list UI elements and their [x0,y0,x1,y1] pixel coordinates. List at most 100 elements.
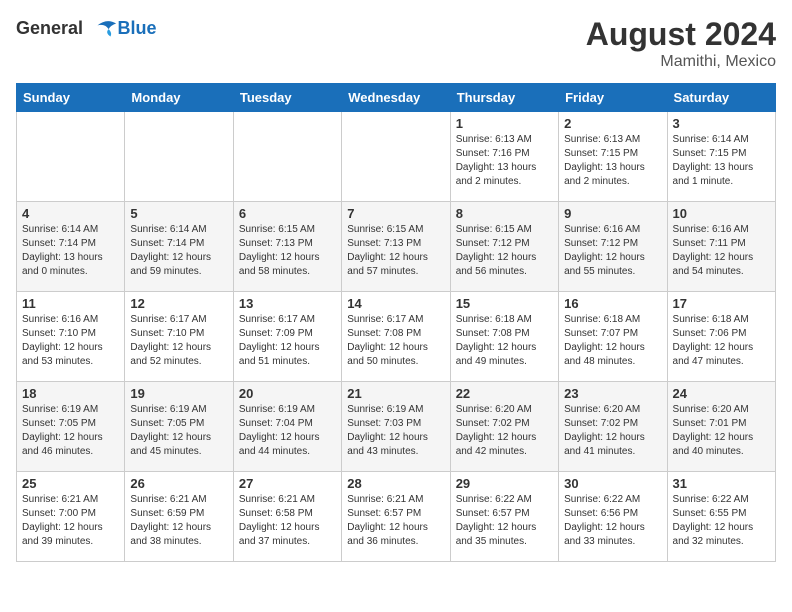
day-info: Sunrise: 6:13 AM Sunset: 7:15 PM Dayligh… [564,133,661,189]
day-number: 23 [564,386,661,401]
calendar-cell: 14 Sunrise: 6:17 AM Sunset: 7:08 PM Dayli… [342,292,450,382]
calendar-cell: 1 Sunrise: 6:13 AM Sunset: 7:16 PM Daylig… [450,112,558,202]
day-number: 26 [130,476,227,491]
calendar-cell: 26Sunrise: 6:21 AM Sunset: 6:59 PM Dayli… [125,472,233,562]
calendar-cell: 16 Sunrise: 6:18 AM Sunset: 7:07 PM Dayli… [559,292,667,382]
calendar-cell: 20 Sunrise: 6:19 AM Sunset: 7:04 PM Dayli… [233,382,341,472]
logo-general: General [16,18,83,38]
calendar-cell: 17 Sunrise: 6:18 AM Sunset: 7:06 PM Dayli… [667,292,775,382]
day-info: Sunrise: 6:16 AM Sunset: 7:11 PM Dayligh… [673,223,770,279]
calendar-table: SundayMondayTuesdayWednesdayThursdayFrid… [16,83,776,562]
day-info: Sunrise: 6:18 AM Sunset: 7:07 PM Dayligh… [564,313,661,369]
calendar-header-saturday: Saturday [667,84,775,112]
day-number: 22 [456,386,553,401]
calendar-cell: 8 Sunrise: 6:15 AM Sunset: 7:12 PM Daylig… [450,202,558,292]
calendar-cell [342,112,450,202]
calendar-cell: 27Sunrise: 6:21 AM Sunset: 6:58 PM Dayli… [233,472,341,562]
day-number: 28 [347,476,444,491]
calendar-cell: 31 Sunrise: 6:22 AM Sunset: 6:55 PM Dayli… [667,472,775,562]
calendar-cell [125,112,233,202]
day-info: Sunrise: 6:14 AM Sunset: 7:15 PM Dayligh… [673,133,770,189]
calendar-cell: 11 Sunrise: 6:16 AM Sunset: 7:10 PM Dayli… [17,292,125,382]
day-number: 29 [456,476,553,491]
calendar-week-5: 25 Sunrise: 6:21 AM Sunset: 7:00 PM Dayli… [17,472,776,562]
calendar-cell: 19 Sunrise: 6:19 AM Sunset: 7:05 PM Dayli… [125,382,233,472]
day-info: Sunrise: 6:21 AM Sunset: 7:00 PM Dayligh… [22,493,119,549]
day-number: 14 [347,296,444,311]
calendar-cell: 12 Sunrise: 6:17 AM Sunset: 7:10 PM Dayli… [125,292,233,382]
day-number: 25 [22,476,119,491]
day-number: 7 [347,206,444,221]
calendar-cell: 4 Sunrise: 6:14 AM Sunset: 7:14 PM Daylig… [17,202,125,292]
day-number: 5 [130,206,227,221]
day-info: Sunrise: 6:16 AM Sunset: 7:10 PM Dayligh… [22,313,119,369]
day-info: Sunrise: 6:19 AM Sunset: 7:05 PM Dayligh… [130,403,227,459]
day-info: Sunrise: 6:14 AM Sunset: 7:14 PM Dayligh… [22,223,119,279]
day-info: Sunrise: 6:20 AM Sunset: 7:02 PM Dayligh… [456,403,553,459]
day-number: 19 [130,386,227,401]
day-info: Sunrise: 6:15 AM Sunset: 7:13 PM Dayligh… [239,223,336,279]
day-number: 3 [673,116,770,131]
day-info: Sunrise: 6:15 AM Sunset: 7:13 PM Dayligh… [347,223,444,279]
day-info: Sunrise: 6:21 AM Sunset: 6:57 PM Dayligh… [347,493,444,549]
month-year-title: August 2024 [586,16,776,53]
day-number: 4 [22,206,119,221]
calendar-cell: 29 Sunrise: 6:22 AM Sunset: 6:57 PM Dayli… [450,472,558,562]
day-number: 20 [239,386,336,401]
day-info: Sunrise: 6:18 AM Sunset: 7:06 PM Dayligh… [673,313,770,369]
day-info: Sunrise: 6:21 AM Sunset: 6:58 PM Dayligh… [239,493,336,549]
calendar-header-friday: Friday [559,84,667,112]
calendar-cell: 3 Sunrise: 6:14 AM Sunset: 7:15 PM Daylig… [667,112,775,202]
calendar-header-monday: Monday [125,84,233,112]
calendar-cell: 21 Sunrise: 6:19 AM Sunset: 7:03 PM Dayli… [342,382,450,472]
day-number: 8 [456,206,553,221]
day-info: Sunrise: 6:19 AM Sunset: 7:03 PM Dayligh… [347,403,444,459]
calendar-cell: 6 Sunrise: 6:15 AM Sunset: 7:13 PM Daylig… [233,202,341,292]
calendar-cell: 10Sunrise: 6:16 AM Sunset: 7:11 PM Dayli… [667,202,775,292]
day-number: 13 [239,296,336,311]
day-info: Sunrise: 6:19 AM Sunset: 7:04 PM Dayligh… [239,403,336,459]
day-number: 31 [673,476,770,491]
calendar-cell: 28 Sunrise: 6:21 AM Sunset: 6:57 PM Dayli… [342,472,450,562]
calendar-cell [17,112,125,202]
day-number: 18 [22,386,119,401]
day-number: 6 [239,206,336,221]
day-info: Sunrise: 6:17 AM Sunset: 7:09 PM Dayligh… [239,313,336,369]
calendar-cell: 18Sunrise: 6:19 AM Sunset: 7:05 PM Dayli… [17,382,125,472]
calendar-header-thursday: Thursday [450,84,558,112]
day-info: Sunrise: 6:20 AM Sunset: 7:01 PM Dayligh… [673,403,770,459]
day-number: 1 [456,116,553,131]
day-number: 16 [564,296,661,311]
day-number: 9 [564,206,661,221]
day-info: Sunrise: 6:17 AM Sunset: 7:08 PM Dayligh… [347,313,444,369]
day-info: Sunrise: 6:18 AM Sunset: 7:08 PM Dayligh… [456,313,553,369]
day-number: 21 [347,386,444,401]
day-info: Sunrise: 6:22 AM Sunset: 6:55 PM Dayligh… [673,493,770,549]
calendar-cell: 23Sunrise: 6:20 AM Sunset: 7:02 PM Dayli… [559,382,667,472]
day-info: Sunrise: 6:22 AM Sunset: 6:57 PM Dayligh… [456,493,553,549]
day-info: Sunrise: 6:15 AM Sunset: 7:12 PM Dayligh… [456,223,553,279]
calendar-header-row: SundayMondayTuesdayWednesdayThursdayFrid… [17,84,776,112]
calendar-cell: 15Sunrise: 6:18 AM Sunset: 7:08 PM Dayli… [450,292,558,382]
calendar-cell: 5Sunrise: 6:14 AM Sunset: 7:14 PM Daylig… [125,202,233,292]
day-number: 2 [564,116,661,131]
day-number: 17 [673,296,770,311]
day-info: Sunrise: 6:17 AM Sunset: 7:10 PM Dayligh… [130,313,227,369]
logo-blue: Blue [118,18,157,39]
location-subtitle: Mamithi, Mexico [586,53,776,71]
calendar-header-sunday: Sunday [17,84,125,112]
calendar-cell: 25 Sunrise: 6:21 AM Sunset: 7:00 PM Dayli… [17,472,125,562]
day-info: Sunrise: 6:13 AM Sunset: 7:16 PM Dayligh… [456,133,553,189]
calendar-cell: 2 Sunrise: 6:13 AM Sunset: 7:15 PM Daylig… [559,112,667,202]
day-number: 30 [564,476,661,491]
calendar-week-1: 1 Sunrise: 6:13 AM Sunset: 7:16 PM Daylig… [17,112,776,202]
calendar-week-4: 18 Sunrise: 6:19 AM Sunset: 7:05 PM Dayli… [17,382,776,472]
calendar-cell: 9Sunrise: 6:16 AM Sunset: 7:12 PM Daylig… [559,202,667,292]
calendar-header-tuesday: Tuesday [233,84,341,112]
logo: General Blue [16,16,157,44]
logo-bird-icon [90,16,118,44]
calendar-cell: 13 Sunrise: 6:17 AM Sunset: 7:09 PM Dayli… [233,292,341,382]
day-number: 11 [22,296,119,311]
day-number: 12 [130,296,227,311]
title-block: August 2024 Mamithi, Mexico [586,16,776,71]
